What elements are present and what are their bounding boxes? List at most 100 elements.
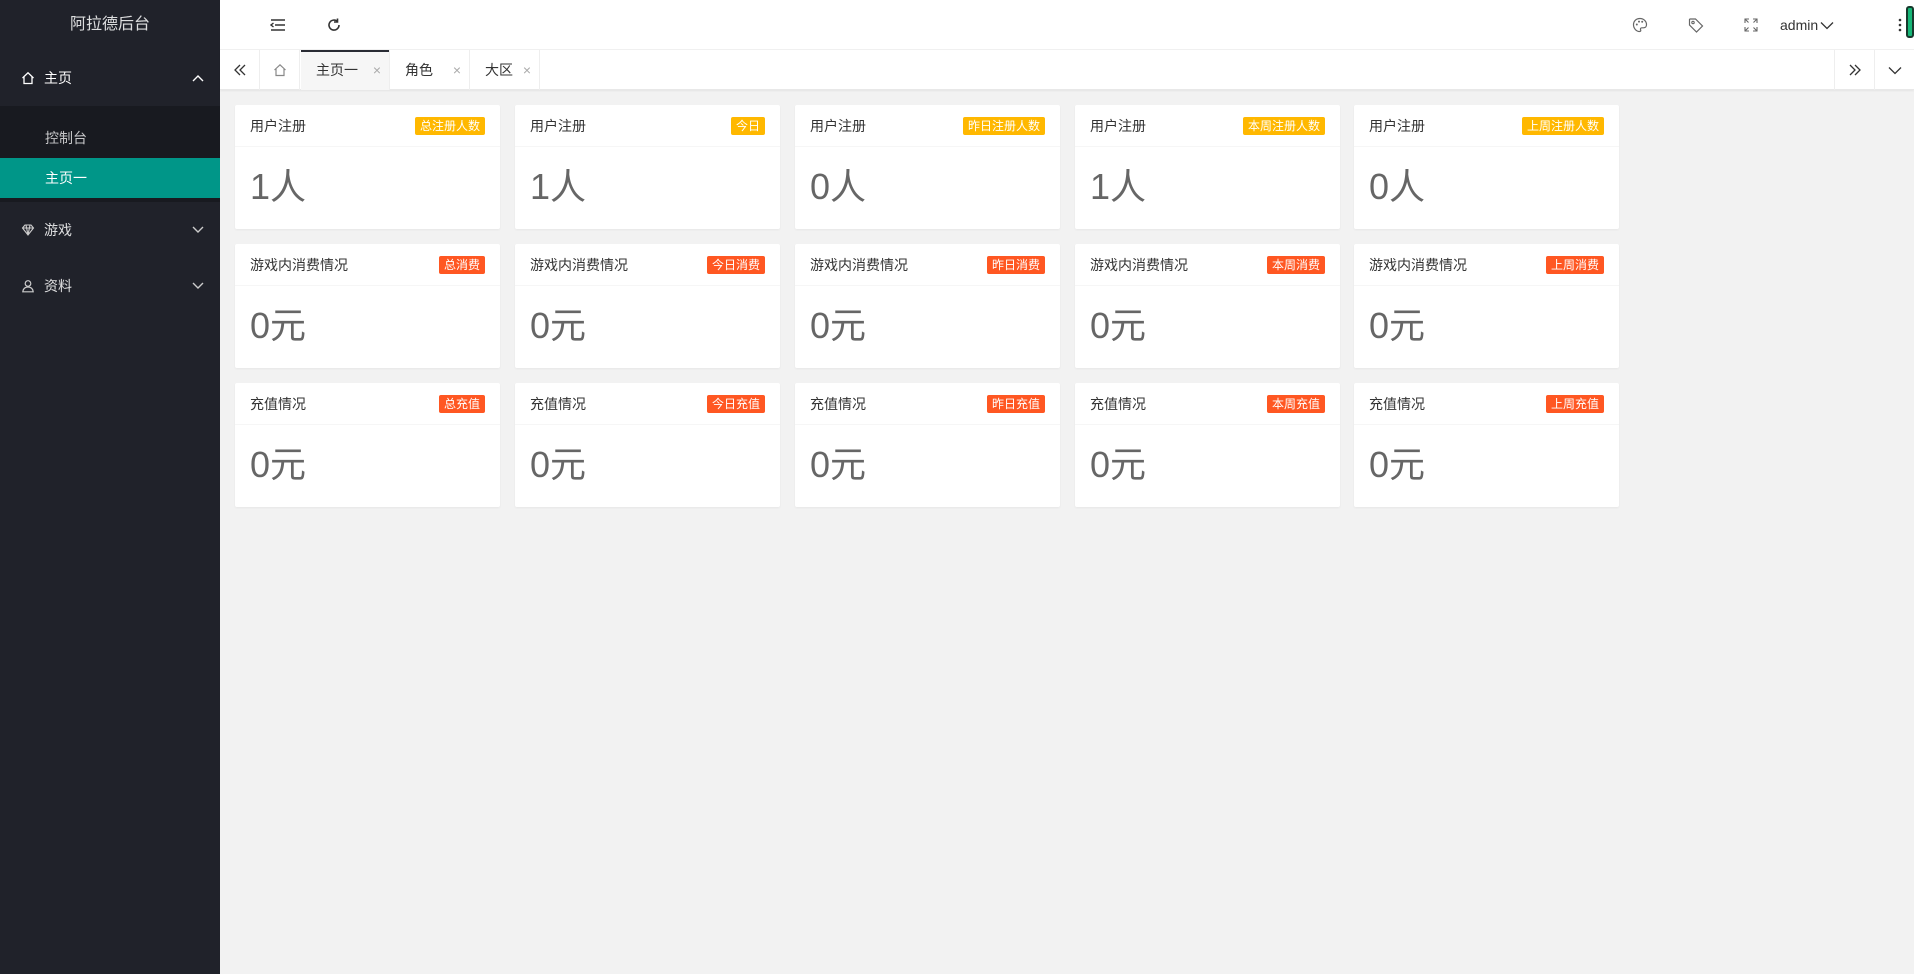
card-value: 0人 (1369, 166, 1426, 207)
card-title: 用户注册 (250, 118, 306, 134)
chevron-up-icon (192, 50, 204, 106)
chevron-down-icon (192, 258, 204, 314)
top-header: admin (220, 0, 1914, 50)
chevron-down-icon (1820, 17, 1834, 33)
card-title: 用户注册 (1369, 118, 1425, 134)
card-title: 充值情况 (810, 396, 866, 412)
tab-label: 大区 (485, 62, 513, 78)
card-title: 用户注册 (810, 118, 866, 134)
card-value: 1人 (250, 166, 307, 207)
card-value: 0元 (1090, 305, 1147, 346)
tab-menu-chevron-icon[interactable] (1874, 50, 1914, 90)
sidebar-submenu-home: 控制台 主页一 (0, 106, 220, 202)
tag-icon[interactable] (1676, 0, 1716, 50)
card-header: 充值情况 今日充值 (515, 383, 780, 425)
fullscreen-icon[interactable] (1731, 0, 1771, 50)
card-header: 用户注册 本周注册人数 (1075, 105, 1340, 147)
stat-card: 游戏内消费情况 昨日消费 0元 (795, 244, 1060, 368)
home-tab-icon[interactable] (260, 50, 300, 90)
status-badge: 总注册人数 (414, 117, 485, 135)
status-badge: 本周注册人数 (1242, 117, 1325, 135)
diamond-icon (20, 202, 36, 258)
close-icon[interactable]: × (523, 50, 531, 90)
stat-card: 游戏内消费情况 上周消费 0元 (1354, 244, 1619, 368)
card-value: 0元 (1369, 305, 1426, 346)
stat-card: 充值情况 今日充值 0元 (515, 383, 780, 507)
sidebar-subitem-console[interactable]: 控制台 (0, 118, 220, 158)
tab-bar: 主页一 × 角色 × 大区 × (220, 50, 1914, 90)
tab-scroll-right-icon[interactable] (1834, 50, 1874, 90)
sidebar-item-game[interactable]: 游戏 (0, 202, 220, 258)
card-value: 0元 (810, 305, 867, 346)
card-title: 游戏内消费情况 (250, 257, 348, 273)
card-value: 0人 (810, 166, 867, 207)
menu-fold-icon[interactable] (258, 0, 298, 50)
card-header: 充值情况 昨日充值 (795, 383, 1060, 425)
status-badge: 今日 (730, 117, 765, 135)
card-title: 充值情况 (1090, 396, 1146, 412)
card-header: 用户注册 总注册人数 (235, 105, 500, 147)
tab-scroll-left-icon[interactable] (220, 50, 260, 90)
scroll-indicator[interactable] (1906, 6, 1914, 38)
status-badge: 总充值 (438, 395, 485, 413)
sidebar-item-label: 主页 (44, 70, 72, 86)
card-value: 0元 (530, 305, 587, 346)
card-title: 游戏内消费情况 (1369, 257, 1467, 273)
status-badge: 今日消费 (706, 256, 765, 274)
status-badge: 今日充值 (706, 395, 765, 413)
card-header: 用户注册 今日 (515, 105, 780, 147)
card-value: 0元 (810, 444, 867, 485)
theme-palette-icon[interactable] (1620, 0, 1660, 50)
card-header: 充值情况 本周充值 (1075, 383, 1340, 425)
home-icon (20, 50, 36, 106)
stat-card: 用户注册 上周注册人数 0人 (1354, 105, 1619, 229)
refresh-icon[interactable] (314, 0, 354, 50)
status-badge: 本周消费 (1266, 256, 1325, 274)
tab-home-one[interactable]: 主页一 × (301, 50, 390, 90)
stat-card: 游戏内消费情况 今日消费 0元 (515, 244, 780, 368)
sidebar-subitem-home-one[interactable]: 主页一 (0, 158, 220, 198)
close-icon[interactable]: × (373, 50, 381, 90)
status-badge: 上周注册人数 (1521, 117, 1604, 135)
card-header: 用户注册 上周注册人数 (1354, 105, 1619, 147)
card-header: 游戏内消费情况 上周消费 (1354, 244, 1619, 286)
status-badge: 总消费 (438, 256, 485, 274)
card-title: 游戏内消费情况 (1090, 257, 1188, 273)
status-badge: 上周消费 (1545, 256, 1604, 274)
chevron-down-icon (192, 202, 204, 258)
card-header: 游戏内消费情况 本周消费 (1075, 244, 1340, 286)
card-value: 0元 (1369, 444, 1426, 485)
tab-role[interactable]: 角色 × (390, 50, 470, 90)
card-header: 游戏内消费情况 今日消费 (515, 244, 780, 286)
stat-card: 充值情况 本周充值 0元 (1075, 383, 1340, 507)
card-value: 0元 (250, 305, 307, 346)
card-title: 游戏内消费情况 (810, 257, 908, 273)
sidebar-item-label: 游戏 (44, 222, 72, 238)
card-title: 游戏内消费情况 (530, 257, 628, 273)
card-title: 用户注册 (1090, 118, 1146, 134)
sidebar-item-home[interactable]: 主页 (0, 50, 220, 106)
app-logo-title[interactable]: 阿拉德后台 (0, 0, 220, 50)
stat-card: 充值情况 总充值 0元 (235, 383, 500, 507)
card-header: 游戏内消费情况 总消费 (235, 244, 500, 286)
status-badge: 昨日消费 (986, 256, 1045, 274)
card-value: 1人 (1090, 166, 1147, 207)
user-icon (20, 258, 36, 314)
sidebar-item-label: 资料 (44, 278, 72, 294)
close-icon[interactable]: × (453, 50, 461, 90)
status-badge: 本周充值 (1266, 395, 1325, 413)
status-badge: 昨日注册人数 (962, 117, 1045, 135)
user-menu[interactable]: admin (1780, 0, 1834, 50)
stat-card: 充值情况 昨日充值 0元 (795, 383, 1060, 507)
tab-region[interactable]: 大区 × (470, 50, 540, 90)
sidebar: 阿拉德后台 主页 控制台 主页一 游戏 资料 (0, 0, 220, 974)
card-title: 充值情况 (250, 396, 306, 412)
stat-card: 用户注册 今日 1人 (515, 105, 780, 229)
card-header: 充值情况 上周充值 (1354, 383, 1619, 425)
tab-label: 角色 (405, 62, 433, 78)
stat-card: 用户注册 总注册人数 1人 (235, 105, 500, 229)
card-value: 0元 (250, 444, 307, 485)
username: admin (1780, 17, 1819, 33)
card-header: 游戏内消费情况 昨日消费 (795, 244, 1060, 286)
sidebar-item-profile[interactable]: 资料 (0, 258, 220, 314)
